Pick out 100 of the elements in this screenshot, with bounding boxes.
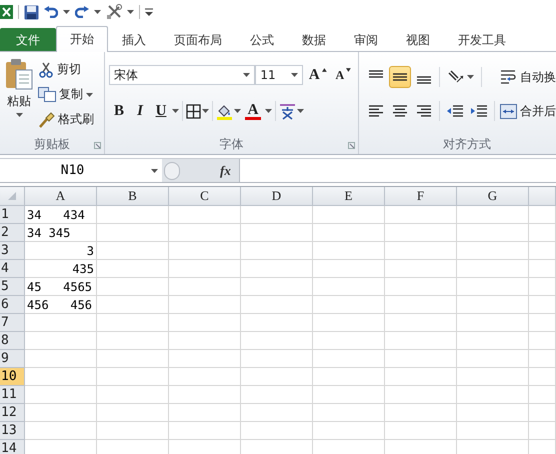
copy-button[interactable]: 复制	[38, 82, 94, 107]
table-cell[interactable]: 45 4565	[25, 278, 97, 296]
table-cell[interactable]	[385, 242, 457, 260]
table-cell[interactable]: 435	[25, 260, 97, 278]
table-cell[interactable]	[457, 422, 529, 440]
splitter-handle[interactable]	[164, 162, 180, 180]
ribbon-tab[interactable]: 开发工具	[444, 28, 520, 52]
table-cell[interactable]	[169, 368, 241, 386]
table-cell[interactable]	[169, 350, 241, 368]
file-tab[interactable]: 文件	[0, 28, 56, 51]
underline-button[interactable]: U	[151, 100, 171, 122]
table-cell[interactable]	[385, 422, 457, 440]
table-cell[interactable]	[97, 260, 169, 278]
table-cell[interactable]	[25, 422, 97, 440]
table-cell[interactable]	[169, 206, 241, 224]
paste-caret-icon[interactable]	[16, 113, 22, 117]
bold-button[interactable]: B	[109, 100, 129, 122]
ribbon-tab[interactable]: 视图	[392, 28, 444, 52]
row-header[interactable]: 1	[0, 206, 25, 224]
tools-icon[interactable]	[106, 4, 122, 20]
table-cell[interactable]	[169, 260, 241, 278]
table-cell[interactable]	[97, 422, 169, 440]
table-cell[interactable]	[313, 206, 385, 224]
table-cell[interactable]	[529, 422, 556, 440]
font-size-field[interactable]: 11	[255, 65, 303, 85]
column-header[interactable]: D	[241, 187, 313, 206]
save-icon[interactable]	[24, 4, 39, 20]
table-cell[interactable]	[313, 368, 385, 386]
dropdown-caret-icon[interactable]	[202, 109, 209, 113]
dropdown-caret-icon[interactable]	[297, 109, 304, 113]
dropdown-caret-icon[interactable]	[265, 109, 272, 113]
table-cell[interactable]	[385, 368, 457, 386]
row-header[interactable]: 6	[0, 296, 25, 314]
table-cell[interactable]	[97, 350, 169, 368]
dropdown-caret-icon[interactable]	[234, 109, 241, 113]
ribbon-tab[interactable]: 数据	[288, 28, 340, 52]
table-cell[interactable]	[97, 332, 169, 350]
table-cell[interactable]	[385, 296, 457, 314]
table-cell[interactable]	[25, 350, 97, 368]
row-header[interactable]: 9	[0, 350, 25, 368]
borders-icon[interactable]	[186, 104, 201, 118]
table-cell[interactable]	[169, 422, 241, 440]
dialog-launcher-icon[interactable]	[94, 142, 101, 149]
dropdown-caret-icon[interactable]	[243, 73, 250, 77]
ribbon-tab[interactable]: 插入	[108, 28, 160, 52]
dropdown-caret-icon[interactable]	[127, 10, 134, 14]
middle-align-button[interactable]	[389, 66, 411, 88]
table-cell[interactable]	[313, 350, 385, 368]
table-cell[interactable]	[529, 206, 556, 224]
table-cell[interactable]	[529, 350, 556, 368]
paste-button[interactable]: 粘贴	[3, 57, 35, 134]
table-cell[interactable]	[97, 278, 169, 296]
table-cell[interactable]	[529, 386, 556, 404]
table-cell[interactable]	[529, 278, 556, 296]
table-cell[interactable]	[457, 242, 529, 260]
italic-button[interactable]: I	[130, 100, 150, 122]
column-header[interactable]: G	[457, 187, 529, 206]
table-cell[interactable]	[241, 296, 313, 314]
row-header[interactable]: 8	[0, 332, 25, 350]
table-cell[interactable]	[457, 260, 529, 278]
dropdown-caret-icon[interactable]	[467, 75, 474, 79]
font-color-button[interactable]: A	[242, 100, 264, 122]
table-cell[interactable]	[529, 332, 556, 350]
table-cell[interactable]	[97, 404, 169, 422]
table-cell[interactable]	[241, 278, 313, 296]
copy-caret-icon[interactable]	[86, 92, 93, 96]
table-cell[interactable]	[313, 332, 385, 350]
table-cell[interactable]	[241, 386, 313, 404]
shrink-font-button[interactable]: A	[332, 64, 354, 86]
table-cell[interactable]	[529, 404, 556, 422]
column-header[interactable]	[529, 187, 556, 206]
table-cell[interactable]	[313, 278, 385, 296]
table-cell[interactable]	[313, 386, 385, 404]
table-cell[interactable]	[241, 314, 313, 332]
table-cell[interactable]	[457, 224, 529, 242]
table-cell[interactable]	[169, 404, 241, 422]
table-cell[interactable]	[313, 422, 385, 440]
table-cell[interactable]	[529, 224, 556, 242]
table-cell[interactable]	[529, 260, 556, 278]
table-cell[interactable]	[529, 314, 556, 332]
dropdown-caret-icon[interactable]	[94, 10, 101, 14]
table-cell[interactable]	[241, 206, 313, 224]
undo-icon[interactable]	[44, 6, 58, 18]
table-cell[interactable]	[97, 224, 169, 242]
formula-input[interactable]	[238, 159, 556, 182]
table-cell[interactable]	[241, 332, 313, 350]
table-cell[interactable]	[457, 350, 529, 368]
table-cell[interactable]	[169, 314, 241, 332]
table-cell[interactable]: 34 345	[25, 224, 97, 242]
table-cell[interactable]	[457, 206, 529, 224]
table-cell[interactable]: 456 456	[25, 296, 97, 314]
table-cell[interactable]: 34 434	[25, 206, 97, 224]
row-header[interactable]: 4	[0, 260, 25, 278]
table-cell[interactable]	[457, 386, 529, 404]
table-cell[interactable]	[457, 296, 529, 314]
ribbon-tab[interactable]: 开始	[56, 26, 108, 52]
row-header[interactable]: 12	[0, 404, 25, 422]
table-cell[interactable]	[25, 386, 97, 404]
select-all-icon[interactable]	[8, 192, 16, 200]
merge-center-button[interactable]: 合并后	[500, 94, 556, 128]
